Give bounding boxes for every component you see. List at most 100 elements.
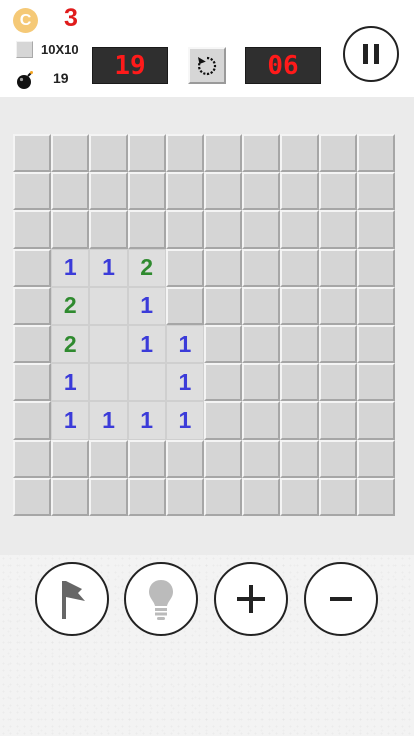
hidden-cell[interactable] xyxy=(280,172,319,211)
zoom-out-button[interactable] xyxy=(304,562,378,636)
hidden-cell[interactable] xyxy=(242,172,281,211)
lightbulb-icon xyxy=(149,580,173,620)
pause-icon xyxy=(363,44,379,64)
hidden-cell[interactable] xyxy=(280,286,319,325)
hidden-cell[interactable] xyxy=(318,248,357,287)
hidden-cell[interactable] xyxy=(51,439,90,478)
hidden-cell[interactable] xyxy=(165,477,204,516)
hidden-cell[interactable] xyxy=(165,248,204,287)
hidden-cell[interactable] xyxy=(204,401,243,440)
hidden-cell[interactable] xyxy=(318,325,357,364)
hidden-cell[interactable] xyxy=(165,134,204,173)
hidden-cell[interactable] xyxy=(356,401,395,440)
hidden-cell[interactable] xyxy=(318,134,357,173)
number-cell: 1 xyxy=(51,363,90,402)
hidden-cell[interactable] xyxy=(204,363,243,402)
hidden-cell[interactable] xyxy=(356,363,395,402)
hidden-cell[interactable] xyxy=(89,134,128,173)
hidden-cell[interactable] xyxy=(242,210,281,249)
hidden-cell[interactable] xyxy=(280,248,319,287)
hidden-cell[interactable] xyxy=(165,172,204,211)
hidden-cell[interactable] xyxy=(127,477,166,516)
hidden-cell[interactable] xyxy=(318,477,357,516)
hidden-cell[interactable] xyxy=(204,210,243,249)
hidden-cell[interactable] xyxy=(89,439,128,478)
hidden-cell[interactable] xyxy=(127,439,166,478)
hidden-cell[interactable] xyxy=(356,286,395,325)
hidden-cell[interactable] xyxy=(356,172,395,211)
hidden-cell[interactable] xyxy=(356,210,395,249)
hidden-cell[interactable] xyxy=(280,210,319,249)
hidden-cell[interactable] xyxy=(242,134,281,173)
hidden-cell[interactable] xyxy=(89,172,128,211)
hidden-cell[interactable] xyxy=(165,210,204,249)
hidden-cell[interactable] xyxy=(318,363,357,402)
hidden-cell[interactable] xyxy=(127,134,166,173)
hidden-cell[interactable] xyxy=(89,210,128,249)
hidden-cell[interactable] xyxy=(280,134,319,173)
hidden-cell[interactable] xyxy=(204,248,243,287)
hidden-cell[interactable] xyxy=(51,134,90,173)
hidden-cell[interactable] xyxy=(242,439,281,478)
hidden-cell[interactable] xyxy=(127,172,166,211)
hidden-cell[interactable] xyxy=(51,477,90,516)
hidden-cell[interactable] xyxy=(356,439,395,478)
hidden-cell[interactable] xyxy=(318,210,357,249)
number-cell: 2 xyxy=(51,286,90,325)
hidden-cell[interactable] xyxy=(356,477,395,516)
hidden-cell[interactable] xyxy=(356,325,395,364)
hint-button[interactable] xyxy=(124,562,198,636)
hidden-cell[interactable] xyxy=(51,172,90,211)
hidden-cell[interactable] xyxy=(13,439,52,478)
hidden-cell[interactable] xyxy=(204,286,243,325)
hidden-cell[interactable] xyxy=(204,325,243,364)
hidden-cell[interactable] xyxy=(242,401,281,440)
hidden-cell[interactable] xyxy=(13,172,52,211)
hidden-cell[interactable] xyxy=(242,477,281,516)
hidden-cell[interactable] xyxy=(13,363,52,402)
hidden-cell[interactable] xyxy=(280,363,319,402)
hidden-cell[interactable] xyxy=(318,286,357,325)
hidden-cell[interactable] xyxy=(280,439,319,478)
hidden-cell[interactable] xyxy=(242,363,281,402)
flag-button[interactable] xyxy=(35,562,109,636)
hidden-cell[interactable] xyxy=(242,248,281,287)
hidden-cell[interactable] xyxy=(13,477,52,516)
hidden-cell[interactable] xyxy=(204,477,243,516)
hidden-cell[interactable] xyxy=(13,401,52,440)
hidden-cell[interactable] xyxy=(318,172,357,211)
hidden-cell[interactable] xyxy=(13,210,52,249)
hidden-cell[interactable] xyxy=(280,325,319,364)
number-cell: 1 xyxy=(51,248,90,287)
hidden-cell[interactable] xyxy=(242,325,281,364)
hidden-cell[interactable] xyxy=(204,439,243,478)
hidden-cell[interactable] xyxy=(89,477,128,516)
hidden-cell[interactable] xyxy=(242,286,281,325)
empty-cell xyxy=(89,363,128,402)
hidden-cell[interactable] xyxy=(13,134,52,173)
hidden-cell[interactable] xyxy=(13,286,52,325)
pause-button[interactable] xyxy=(343,26,399,82)
hidden-cell[interactable] xyxy=(127,210,166,249)
hidden-cell[interactable] xyxy=(165,439,204,478)
hidden-cell[interactable] xyxy=(318,401,357,440)
restart-button[interactable] xyxy=(188,47,226,84)
empty-cell xyxy=(127,363,166,402)
zoom-in-button[interactable] xyxy=(214,562,288,636)
number-cell: 1 xyxy=(165,401,204,440)
number-cell: 2 xyxy=(51,325,90,364)
hidden-cell[interactable] xyxy=(51,210,90,249)
hidden-cell[interactable] xyxy=(356,134,395,173)
hidden-cell[interactable] xyxy=(204,172,243,211)
plus-icon xyxy=(237,585,265,613)
hidden-cell[interactable] xyxy=(13,248,52,287)
coin-count: 3 xyxy=(64,4,78,32)
hidden-cell[interactable] xyxy=(165,286,204,325)
hidden-cell[interactable] xyxy=(318,439,357,478)
hidden-cell[interactable] xyxy=(280,401,319,440)
hidden-cell[interactable] xyxy=(13,325,52,364)
hidden-cell[interactable] xyxy=(204,134,243,173)
minus-icon xyxy=(330,597,352,601)
hidden-cell[interactable] xyxy=(280,477,319,516)
hidden-cell[interactable] xyxy=(356,248,395,287)
